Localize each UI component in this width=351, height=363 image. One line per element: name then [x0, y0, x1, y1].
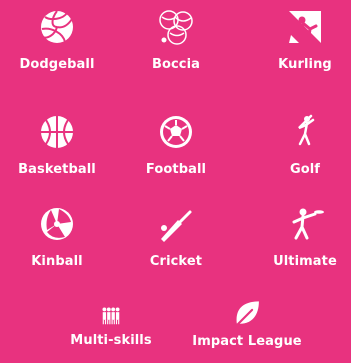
- sport-tile-golf[interactable]: Golf: [253, 112, 351, 177]
- sport-label: Kurling: [278, 57, 332, 72]
- football-icon: [160, 116, 192, 148]
- sport-tile-kurling[interactable]: Kurling: [253, 7, 351, 72]
- basketball-icon: [41, 116, 73, 148]
- sport-label: Kinball: [31, 254, 83, 269]
- sport-label: Boccia: [151, 57, 201, 72]
- sports-grid: Dodgeball Boccia Kurling Basketball Foot…: [0, 0, 351, 363]
- sport-tile-boccia[interactable]: Boccia: [116, 7, 236, 72]
- sport-tile-dodgeball[interactable]: Dodgeball: [0, 7, 117, 72]
- group-icon: [102, 307, 120, 325]
- leaf-icon: [232, 301, 259, 330]
- sport-label: Multi-skills: [70, 333, 152, 348]
- sport-label: Cricket: [149, 254, 203, 269]
- sport-tile-ultimate[interactable]: Ultimate: [253, 204, 351, 269]
- cricket-bat-icon: [161, 210, 192, 242]
- sport-tile-basketball[interactable]: Basketball: [0, 112, 117, 177]
- climber-icon: [289, 11, 321, 43]
- frisbee-thrower-icon: [292, 208, 324, 240]
- sport-tile-kinball[interactable]: Kinball: [0, 204, 117, 269]
- sport-label: Ultimate: [273, 254, 337, 269]
- sport-label: Impact League: [192, 334, 302, 349]
- beach-ball-icon: [41, 208, 73, 240]
- sport-tile-multi-skills[interactable]: Multi-skills: [51, 305, 171, 348]
- volleyball-icon: [41, 10, 73, 43]
- sport-tile-cricket[interactable]: Cricket: [116, 204, 236, 269]
- sport-label: Golf: [289, 162, 321, 177]
- golfer-icon: [298, 114, 315, 146]
- sport-label: Dodgeball: [19, 57, 95, 72]
- sport-label: Basketball: [18, 162, 96, 177]
- sport-label: Football: [145, 162, 207, 177]
- boccia-balls-icon: [159, 10, 193, 45]
- sport-tile-impact-league[interactable]: Impact League: [172, 298, 322, 349]
- sport-tile-football[interactable]: Football: [116, 112, 236, 177]
